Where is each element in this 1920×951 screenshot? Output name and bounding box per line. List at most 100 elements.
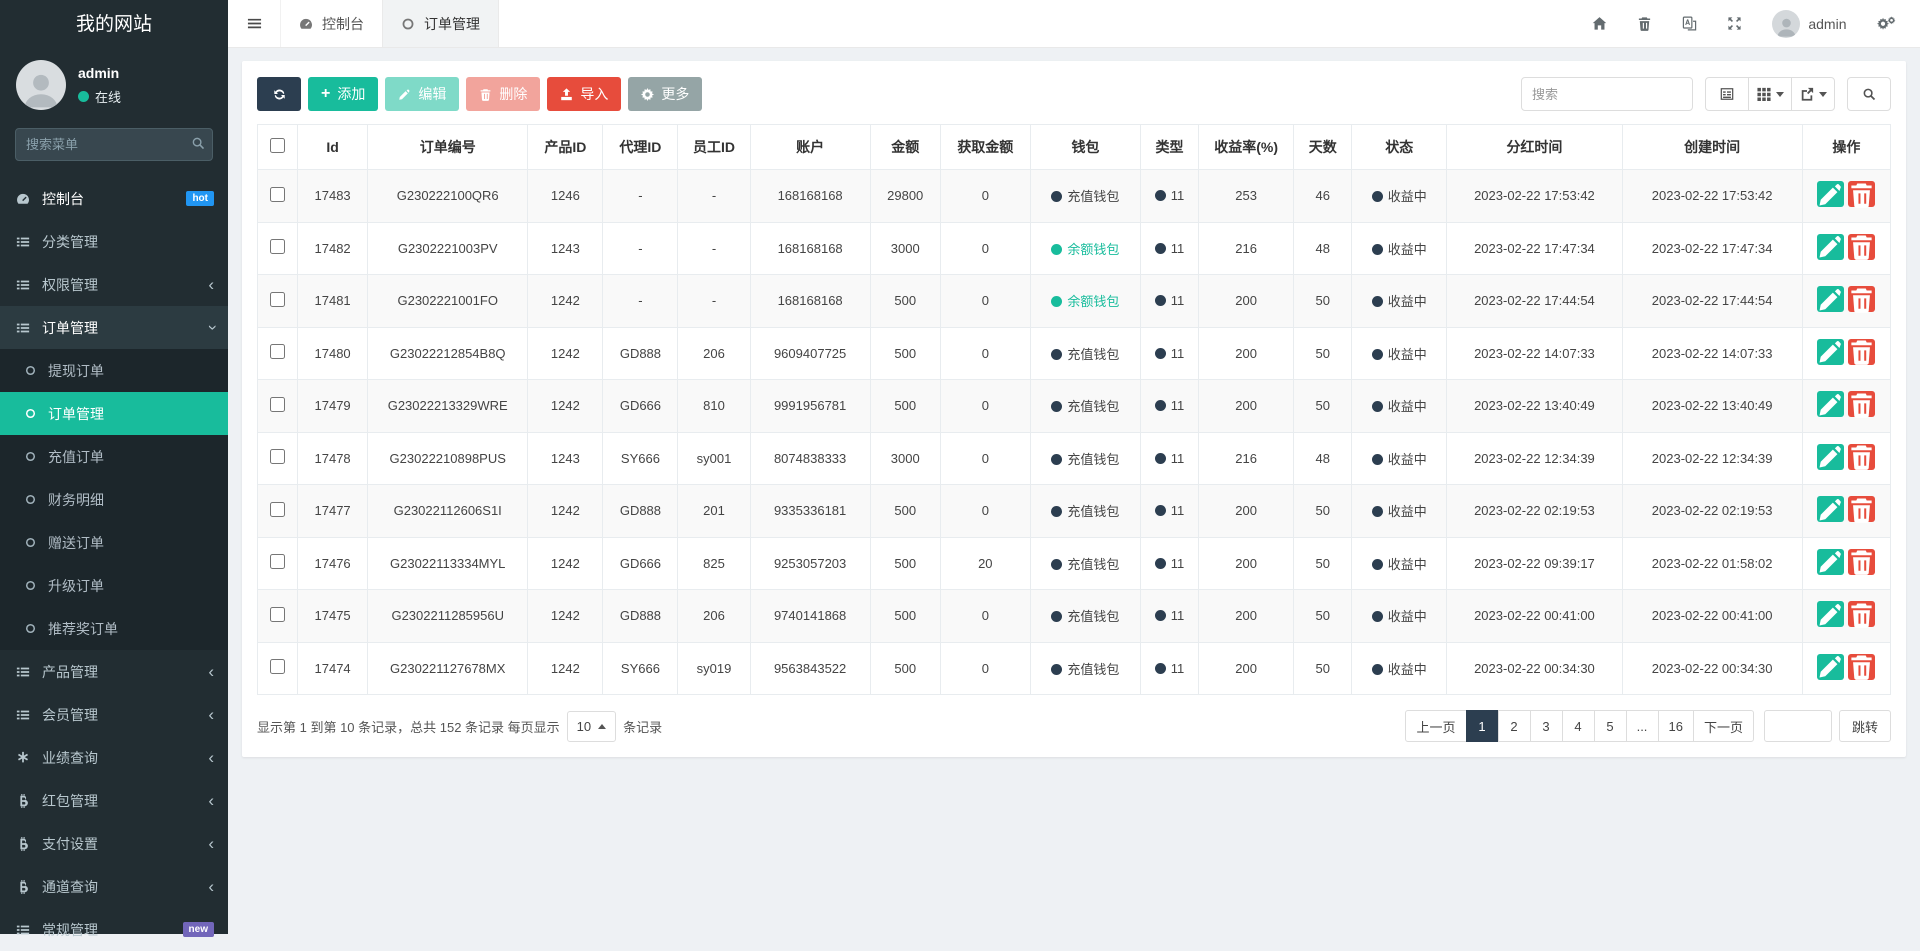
row-delete-button[interactable] <box>1848 654 1875 680</box>
status-dot <box>1372 506 1383 517</box>
row-edit-button[interactable] <box>1817 234 1844 260</box>
columns-button[interactable] <box>1748 77 1792 111</box>
page-button-5[interactable]: 5 <box>1594 710 1627 742</box>
sidebar-item[interactable]: 分类管理 <box>0 220 228 263</box>
row-edit-button[interactable] <box>1817 339 1844 365</box>
row-delete-button[interactable] <box>1848 339 1875 365</box>
sidebar-item[interactable]: 产品管理‹ <box>0 650 228 693</box>
sidebar-item[interactable]: 权限管理‹ <box>0 263 228 306</box>
sidebar-item[interactable]: 会员管理‹ <box>0 693 228 736</box>
sidebar-subitem[interactable]: 推荐奖订单 <box>0 607 228 650</box>
page-button-4[interactable]: 4 <box>1562 710 1595 742</box>
cell-select <box>258 485 298 538</box>
sidebar-subitem[interactable]: 财务明细 <box>0 478 228 521</box>
list-icon <box>14 665 32 679</box>
row-checkbox[interactable] <box>270 659 285 674</box>
sidebar-subitem[interactable]: 订单管理 <box>0 392 228 435</box>
fullscreen-icon[interactable] <box>1727 16 1742 31</box>
delete-button[interactable]: 删除 <box>466 77 540 111</box>
detail-view-button[interactable] <box>1705 77 1749 111</box>
more-button[interactable]: 更多 <box>628 77 702 111</box>
sidebar-subitem[interactable]: 提现订单 <box>0 349 228 392</box>
tab-dashboard[interactable]: 控制台 <box>280 0 382 47</box>
row-edit-button[interactable] <box>1817 444 1844 470</box>
row-edit-button[interactable] <box>1817 391 1844 417</box>
home-icon[interactable] <box>1592 16 1607 31</box>
cell-rate: 200 <box>1199 537 1294 590</box>
list-icon <box>14 278 32 292</box>
row-checkbox[interactable] <box>270 449 285 464</box>
page-button-2[interactable]: 2 <box>1498 710 1531 742</box>
settings-gears-icon[interactable] <box>1877 16 1897 31</box>
sidebar-item[interactable]: 支付设置‹ <box>0 822 228 865</box>
row-delete-button[interactable] <box>1848 286 1875 312</box>
edit-button[interactable]: 编辑 <box>385 77 459 111</box>
row-edit-button[interactable] <box>1817 286 1844 312</box>
sidebar-item[interactable]: 通道查询‹ <box>0 865 228 908</box>
row-delete-button[interactable] <box>1848 601 1875 627</box>
add-label: 添加 <box>337 84 365 104</box>
row-checkbox[interactable] <box>270 344 285 359</box>
export-button[interactable] <box>1791 77 1835 111</box>
row-checkbox[interactable] <box>270 239 285 254</box>
add-button[interactable]: + 添加 <box>308 77 378 111</box>
detail-view-icon <box>1720 87 1734 101</box>
sidebar-item[interactable]: 红包管理‹ <box>0 779 228 822</box>
cell-product-id: 1246 <box>528 170 603 223</box>
records-info: 显示第 1 到第 10 条记录，总共 152 条记录 每页显示 <box>257 717 560 736</box>
row-delete-button[interactable] <box>1848 391 1875 417</box>
row-checkbox[interactable] <box>270 187 285 202</box>
row-delete-button[interactable] <box>1848 549 1875 575</box>
user-menu[interactable]: admin <box>1772 10 1846 38</box>
sidebar-item[interactable]: 订单管理‹ <box>0 306 228 349</box>
submenu: 提现订单订单管理充值订单财务明细赠送订单升级订单推荐奖订单 <box>0 349 228 650</box>
row-checkbox[interactable] <box>270 292 285 307</box>
row-delete-button[interactable] <box>1848 496 1875 522</box>
row-edit-button[interactable] <box>1817 496 1844 522</box>
row-edit-button[interactable] <box>1817 181 1844 207</box>
page-button-16[interactable]: 16 <box>1658 710 1694 742</box>
sidebar-item[interactable]: 业绩查询‹ <box>0 736 228 779</box>
page-size-select[interactable]: 10 <box>567 711 616 742</box>
cell-amount: 500 <box>870 642 940 695</box>
page-button-1[interactable]: 1 <box>1466 710 1499 742</box>
jump-button[interactable]: 跳转 <box>1839 710 1891 742</box>
row-checkbox[interactable] <box>270 502 285 517</box>
refresh-button[interactable] <box>257 77 301 111</box>
jump-page-input[interactable] <box>1764 710 1832 742</box>
row-edit-button[interactable] <box>1817 654 1844 680</box>
row-delete-button[interactable] <box>1848 234 1875 260</box>
sidebar-subitem[interactable]: 升级订单 <box>0 564 228 607</box>
asterisk-icon <box>14 751 32 765</box>
search-button[interactable] <box>1847 77 1891 111</box>
cell-rate: 200 <box>1199 327 1294 380</box>
sidebar-toggle-icon[interactable] <box>228 0 280 47</box>
select-all-checkbox[interactable] <box>270 138 285 153</box>
prev-page-button[interactable]: 上一页 <box>1405 710 1466 742</box>
row-checkbox[interactable] <box>270 397 285 412</box>
cell-order-no: G23022212854B8Q <box>368 327 528 380</box>
row-delete-button[interactable] <box>1848 181 1875 207</box>
row-edit-button[interactable] <box>1817 601 1844 627</box>
row-checkbox[interactable] <box>270 607 285 622</box>
new-badge: new <box>183 922 214 937</box>
tab-order-management[interactable]: 订单管理 <box>382 0 499 47</box>
trash-icon[interactable] <box>1637 16 1652 31</box>
cell-amount: 500 <box>870 590 940 643</box>
sidebar-item[interactable]: 控制台hot <box>0 177 228 220</box>
page-button-3[interactable]: 3 <box>1530 710 1563 742</box>
language-icon[interactable] <box>1682 16 1697 31</box>
dashboard-icon <box>299 17 313 31</box>
sidebar-subitem[interactable]: 充值订单 <box>0 435 228 478</box>
cell-rate: 200 <box>1199 590 1294 643</box>
row-checkbox[interactable] <box>270 554 285 569</box>
row-delete-button[interactable] <box>1848 444 1875 470</box>
sidebar-item[interactable]: 常规管理new <box>0 908 228 951</box>
table-row: 17478G23022210898PUS1243SY666sy001807483… <box>258 432 1891 485</box>
row-edit-button[interactable] <box>1817 549 1844 575</box>
table-search-input[interactable] <box>1521 77 1693 111</box>
sidebar-subitem[interactable]: 赠送订单 <box>0 521 228 564</box>
import-button[interactable]: 导入 <box>547 77 621 111</box>
next-page-button[interactable]: 下一页 <box>1693 710 1754 742</box>
sidebar-search-input[interactable] <box>15 128 213 161</box>
